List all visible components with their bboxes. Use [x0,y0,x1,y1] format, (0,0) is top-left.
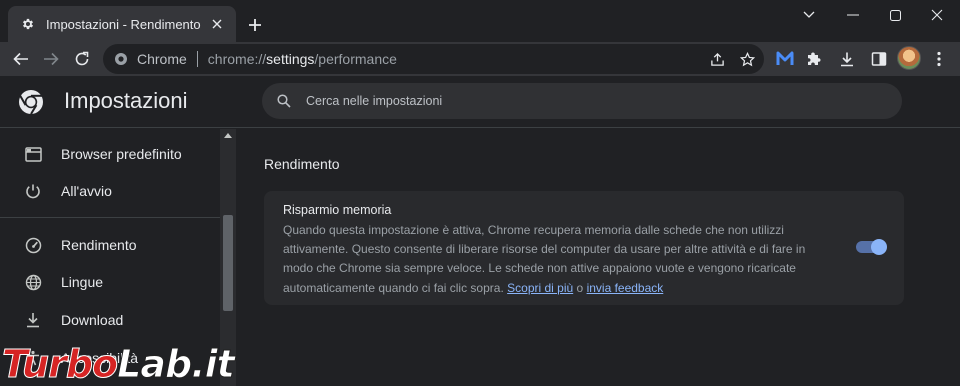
tab-search-icon[interactable] [786,0,832,30]
card-title: Risparmio memoria [283,203,392,217]
sidebar-item-label: Download [61,312,124,328]
download-icon [24,311,42,329]
learn-more-link[interactable]: Scopri di più [507,281,573,295]
side-panel-icon[interactable] [865,45,893,73]
new-tab-button[interactable] [244,14,266,36]
sidebar-divider [0,217,220,218]
sidebar-item-label: Rendimento [61,237,137,253]
sidebar-item-performance[interactable]: Rendimento [0,226,220,264]
sidebar-item-on-startup[interactable]: All'avvio [0,172,220,210]
memory-saver-card: Risparmio memoria Quando questa impostaz… [264,191,904,305]
sidebar-item-languages[interactable]: Lingue [0,263,220,301]
globe-icon [24,273,42,291]
sidebar-item-default-browser[interactable]: Browser predefinito [0,135,220,173]
search-placeholder: Cerca nelle impostazioni [306,94,443,108]
menu-kebab-icon[interactable] [925,45,953,73]
close-tab-icon[interactable] [208,15,226,33]
url-text: chrome://settings/performance [207,51,397,67]
maximize-icon[interactable] [872,0,918,30]
download-icon[interactable] [833,45,861,73]
site-name: Chrome [137,51,187,67]
tab-title: Impostazioni - Rendimento [46,16,201,32]
profile-avatar[interactable] [897,46,921,70]
toggle-knob [871,239,887,255]
close-window-icon[interactable] [914,0,960,30]
turbolab-watermark-logo: Turbo Lab.it [1,342,235,386]
sidebar-item-downloads[interactable]: Download [0,301,220,339]
page-title: Impostazioni [64,88,188,113]
main-content: Rendimento Risparmio memoria Quando ques… [236,129,960,386]
bookmark-star-icon[interactable] [739,51,755,67]
omnibox-divider [196,51,198,67]
puzzle-extensions-icon[interactable] [801,45,829,73]
address-bar[interactable]: Chrome chrome://settings/performance [103,44,764,74]
settings-header: Impostazioni Cerca nelle impostazioni [0,76,960,128]
back-icon[interactable] [7,45,35,73]
share-icon[interactable] [709,51,725,67]
gear-icon [20,16,36,32]
send-feedback-link[interactable]: invia feedback [587,281,664,295]
scroll-up-arrow-icon[interactable] [224,133,232,138]
memory-saver-toggle[interactable] [856,239,887,255]
power-icon [24,182,42,200]
reload-icon[interactable] [68,45,96,73]
chrome-logo-icon [18,89,44,115]
scrollbar-thumb[interactable] [223,215,233,311]
minimize-icon[interactable] [830,0,876,30]
settings-search-input[interactable]: Cerca nelle impostazioni [262,83,902,119]
section-title: Rendimento [264,156,340,172]
search-icon [276,93,292,109]
card-description: Quando questa impostazione è attiva, Chr… [283,223,806,295]
forward-icon[interactable] [37,45,65,73]
speedometer-icon [24,236,42,254]
sidebar-item-label: All'avvio [61,183,112,199]
sidebar-item-label: Browser predefinito [61,146,182,162]
tab-settings[interactable]: Impostazioni - Rendimento [8,6,236,42]
extension-m-icon[interactable] [771,45,799,73]
tab-strip: Impostazioni - Rendimento [0,0,960,42]
browser-icon [24,145,42,163]
chrome-site-icon [113,51,129,67]
sidebar-item-label: Lingue [61,274,104,290]
browser-toolbar: Chrome chrome://settings/performance [0,42,960,76]
